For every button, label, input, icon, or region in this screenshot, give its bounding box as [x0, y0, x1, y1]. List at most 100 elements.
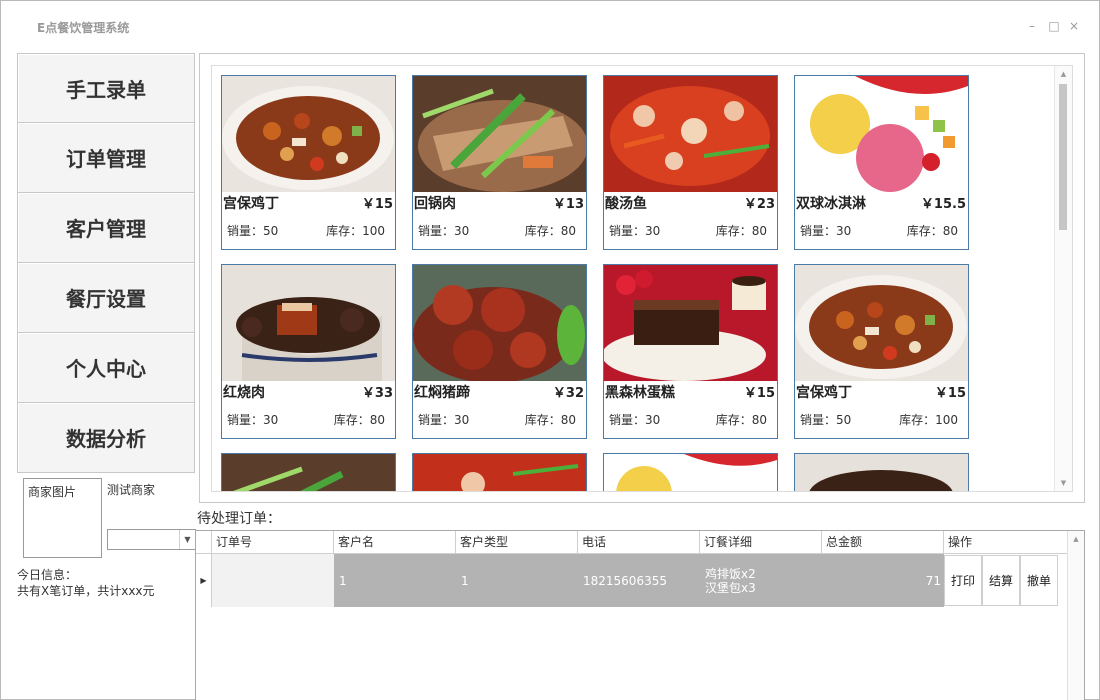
dish-image: [604, 76, 777, 192]
menu-scrollbar[interactable]: ▲ ▼: [1054, 66, 1072, 491]
dish-price: ￥15: [743, 386, 775, 401]
nav-personal-center-button[interactable]: 个人中心: [17, 333, 195, 403]
menu-card[interactable]: 红烧肉 ￥33 销量：30 库存：80: [221, 264, 396, 439]
merchant-name: 测试商家: [107, 483, 156, 497]
merchant-image-label: 商家图片: [28, 485, 77, 499]
dish-stock: 库存：100: [326, 224, 385, 238]
dish-sales: 销量：30: [609, 224, 661, 238]
dish-image: [604, 454, 777, 491]
menu-card[interactable]: 黑森林蛋糕 ￥15 销量：30 库存：80: [603, 264, 778, 439]
dish-image: [413, 265, 586, 381]
dish-sales: 销量：50: [800, 413, 852, 427]
dish-image: [413, 454, 586, 491]
header-corner: [196, 531, 212, 553]
dish-stock: 库存：80: [715, 413, 767, 427]
dish-sales: 销量：30: [418, 224, 470, 238]
column-header[interactable]: 订餐详细: [700, 531, 822, 553]
menu-card[interactable]: 双球冰淇淋 ￥15.5 销量：30 库存：80: [794, 75, 969, 250]
dish-name: 回锅肉: [414, 196, 456, 212]
table-scrollbar[interactable]: ▲: [1067, 531, 1084, 700]
dish-price: ￥13: [552, 197, 584, 212]
dish-name: 宫保鸡丁: [796, 385, 852, 401]
customer-type-cell[interactable]: 1: [456, 554, 578, 607]
menu-card[interactable]: 宫保鸡丁 ￥15 销量：50 库存：100: [794, 264, 969, 439]
cancel-order-button[interactable]: 撤单: [1020, 555, 1058, 606]
orders-table: 订单号 客户名 客户类型 电话 订餐详细 总金额 操作 ▶ 1 1 182156…: [195, 530, 1085, 700]
menu-card[interactable]: 宫保鸡丁 ￥15 销量：50 库存：100: [221, 75, 396, 250]
dish-sales: 销量：30: [609, 413, 661, 427]
menu-card[interactable]: 红焖猪蹄 ￥32 销量：30 库存：80: [412, 264, 587, 439]
nav-restaurant-settings-button[interactable]: 餐厅设置: [17, 263, 195, 333]
menu-panel: 宫保鸡丁 ￥15 销量：50 库存：100 回锅肉 ￥13 销量：30 库存：8…: [199, 53, 1085, 503]
column-header[interactable]: 订单号: [212, 531, 334, 553]
column-header[interactable]: 操作: [944, 531, 1064, 553]
sidebar-nav: 手工录单 订单管理 客户管理 餐厅设置 个人中心 数据分析: [17, 53, 195, 473]
menu-card[interactable]: [412, 453, 587, 491]
dish-image: [795, 265, 968, 381]
table-row[interactable]: ▶ 1 1 18215606355 鸡排饭x2 汉堡包x3 71 打印 结算 撤…: [196, 554, 1068, 607]
window-title: E点餐饮管理系统: [37, 21, 130, 35]
dish-price: ￥32: [552, 386, 584, 401]
dish-name: 红焖猪蹄: [414, 385, 470, 401]
menu-card[interactable]: [603, 453, 778, 491]
scroll-up-icon[interactable]: ▲: [1068, 531, 1084, 547]
dish-name: 宫保鸡丁: [223, 196, 279, 212]
dish-image: [795, 76, 968, 192]
dish-price: ￥15: [934, 386, 966, 401]
today-info: 今日信息： 共有X笔订单，共计xxx元: [17, 567, 155, 599]
order-detail-line: 鸡排饭x2: [705, 566, 756, 581]
dish-stock: 库存：80: [524, 413, 576, 427]
dish-sales: 销量：50: [227, 224, 279, 238]
nav-order-management-button[interactable]: 订单管理: [17, 123, 195, 193]
column-header[interactable]: 总金额: [822, 531, 944, 553]
scroll-thumb[interactable]: [1059, 84, 1067, 230]
menu-card[interactable]: [794, 453, 969, 491]
dish-name: 红烧肉: [223, 385, 265, 401]
print-button[interactable]: 打印: [944, 555, 982, 606]
dish-image: [413, 76, 586, 192]
order-detail-line: 汉堡包x3: [705, 580, 756, 595]
dish-image: [222, 76, 395, 192]
nav-manual-order-button[interactable]: 手工录单: [17, 53, 195, 123]
dish-image: [222, 454, 395, 491]
maximize-icon[interactable]: □: [1047, 19, 1061, 33]
dish-sales: 销量：30: [418, 413, 470, 427]
column-header[interactable]: 客户名: [334, 531, 456, 553]
table-header: 订单号 客户名 客户类型 电话 订餐详细 总金额 操作: [196, 531, 1068, 554]
menu-card[interactable]: 回锅肉 ￥13 销量：30 库存：80: [412, 75, 587, 250]
dish-sales: 销量：30: [800, 224, 852, 238]
close-icon[interactable]: ×: [1067, 19, 1081, 33]
dish-price: ￥23: [743, 197, 775, 212]
minimize-icon[interactable]: –: [1025, 19, 1039, 33]
phone-cell[interactable]: 18215606355: [578, 554, 700, 607]
total-cell[interactable]: 71: [822, 554, 944, 607]
pending-orders-label: 待处理订单：: [197, 511, 281, 527]
row-pointer-icon[interactable]: ▶: [196, 554, 212, 607]
menu-card[interactable]: [221, 453, 396, 491]
customer-cell[interactable]: 1: [334, 554, 456, 607]
scroll-down-icon[interactable]: ▼: [1055, 475, 1072, 491]
dish-stock: 库存：80: [333, 413, 385, 427]
column-header[interactable]: 电话: [578, 531, 700, 553]
dish-price: ￥15.5: [920, 197, 966, 212]
merchant-image[interactable]: 商家图片: [23, 478, 102, 558]
column-header[interactable]: 客户类型: [456, 531, 578, 553]
dish-image: [604, 265, 777, 381]
nav-customer-management-button[interactable]: 客户管理: [17, 193, 195, 263]
settle-button[interactable]: 结算: [982, 555, 1020, 606]
today-info-title: 今日信息：: [17, 568, 78, 582]
dish-image: [795, 454, 968, 491]
merchant-select[interactable]: ▼: [107, 529, 196, 550]
dish-stock: 库存：80: [715, 224, 767, 238]
dish-name: 黑森林蛋糕: [605, 385, 675, 401]
order-no-cell[interactable]: [212, 554, 334, 607]
dish-price: ￥33: [361, 386, 393, 401]
nav-data-analysis-button[interactable]: 数据分析: [17, 403, 195, 473]
dish-image: [222, 265, 395, 381]
menu-grid: 宫保鸡丁 ￥15 销量：50 库存：100 回锅肉 ￥13 销量：30 库存：8…: [211, 65, 1073, 492]
order-detail-cell[interactable]: 鸡排饭x2 汉堡包x3: [700, 554, 822, 607]
dish-stock: 库存：100: [899, 413, 958, 427]
menu-card[interactable]: 酸汤鱼 ￥23 销量：30 库存：80: [603, 75, 778, 250]
scroll-up-icon[interactable]: ▲: [1055, 66, 1072, 82]
chevron-down-icon[interactable]: ▼: [179, 530, 195, 549]
